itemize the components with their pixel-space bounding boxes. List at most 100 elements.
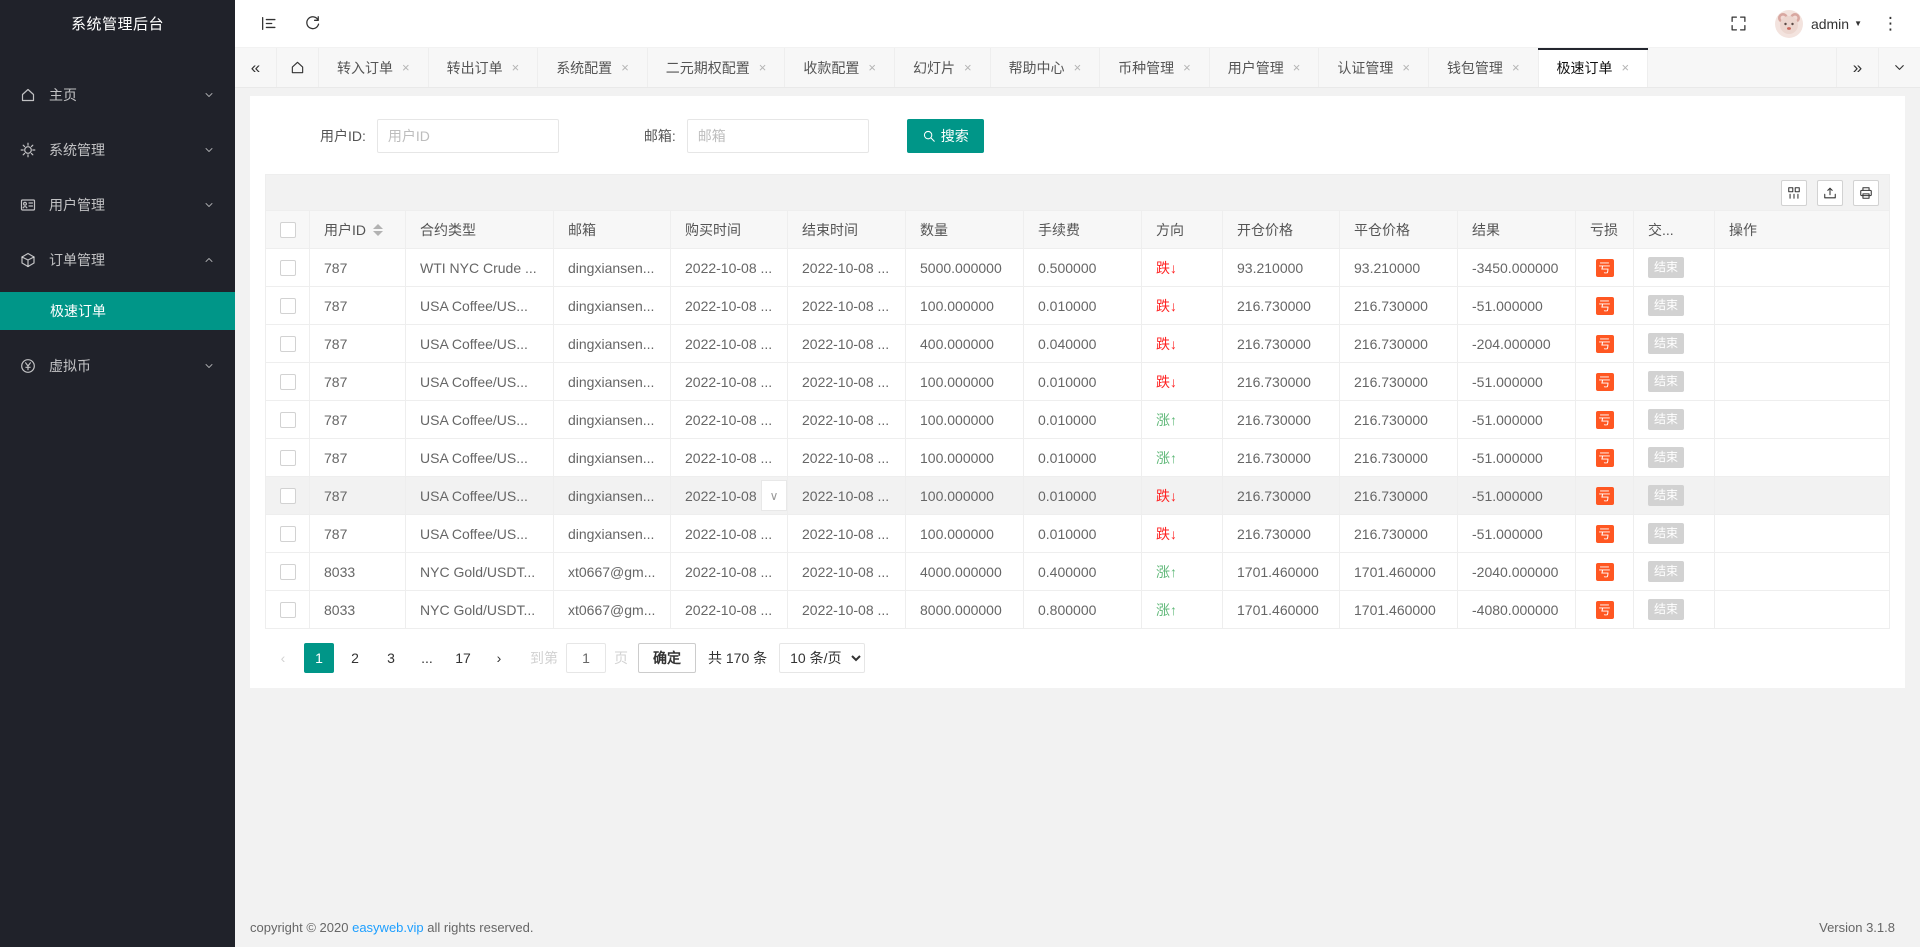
row-checkbox[interactable] xyxy=(280,412,296,428)
email-label: 邮箱: xyxy=(644,126,676,146)
sidebar-item-orders[interactable]: 订单管理 xyxy=(0,236,235,284)
footer-link[interactable]: easyweb.vip xyxy=(352,920,424,935)
tab[interactable]: 帮助中心 × xyxy=(991,48,1101,87)
row-checkbox[interactable] xyxy=(280,526,296,542)
select-all-checkbox[interactable] xyxy=(280,222,296,238)
close-icon[interactable]: × xyxy=(1074,60,1082,75)
tab[interactable]: 二元期权配置 × xyxy=(648,48,786,87)
sidebar-item-crypto[interactable]: 虚拟币 xyxy=(0,342,235,390)
chevron-up-icon xyxy=(203,254,215,266)
close-icon[interactable]: × xyxy=(1183,60,1191,75)
page-number[interactable]: 17 xyxy=(448,643,478,673)
close-icon[interactable]: × xyxy=(512,60,520,75)
print-icon[interactable] xyxy=(1853,180,1879,206)
tab[interactable]: 收款配置 × xyxy=(785,48,895,87)
cell-status: 结束 xyxy=(1634,477,1715,515)
table-row[interactable]: 8033 NYC Gold/USDT... xt0667@gm... 2022-… xyxy=(266,591,1890,629)
table-row[interactable]: 787 USA Coffee/US... dingxiansen... 2022… xyxy=(266,439,1890,477)
table-row[interactable]: 8033 NYC Gold/USDT... xt0667@gm... 2022-… xyxy=(266,553,1890,591)
page-number[interactable]: 1 xyxy=(304,643,334,673)
table-row[interactable]: 787 USA Coffee/US... dingxiansen... 2022… xyxy=(266,477,1890,515)
sidebar-item-users[interactable]: 用户管理 xyxy=(0,181,235,229)
fullscreen-icon[interactable] xyxy=(1721,6,1757,42)
export-icon[interactable] xyxy=(1817,180,1843,206)
status-button[interactable]: 结束 xyxy=(1648,409,1684,430)
row-checkbox[interactable] xyxy=(280,260,296,276)
close-icon[interactable]: × xyxy=(964,60,972,75)
sidebar-item-home[interactable]: 主页 xyxy=(0,71,235,119)
cell-quantity: 5000.000000 xyxy=(906,249,1024,287)
tab[interactable]: 钱包管理 × xyxy=(1429,48,1539,87)
table-row[interactable]: 787 USA Coffee/US... dingxiansen... 2022… xyxy=(266,287,1890,325)
row-checkbox[interactable] xyxy=(280,336,296,352)
expand-cell-icon[interactable]: ∨ xyxy=(761,480,787,511)
jump-page-input[interactable] xyxy=(566,643,606,673)
close-icon[interactable]: × xyxy=(759,60,767,75)
cell-close-price: 216.730000 xyxy=(1340,439,1458,477)
tab[interactable]: 极速订单 × xyxy=(1539,48,1649,87)
close-icon[interactable]: × xyxy=(1512,60,1520,75)
page-number[interactable]: ... xyxy=(412,643,442,673)
table-row[interactable]: 787 USA Coffee/US... dingxiansen... 2022… xyxy=(266,515,1890,553)
collapse-sidebar-icon[interactable] xyxy=(250,6,286,42)
status-button[interactable]: 结束 xyxy=(1648,523,1684,544)
page-size-select[interactable]: 10 条/页 xyxy=(779,643,865,673)
column-header-label: 购买时间 xyxy=(685,220,741,240)
row-checkbox[interactable] xyxy=(280,374,296,390)
row-checkbox[interactable] xyxy=(280,564,296,580)
row-checkbox[interactable] xyxy=(280,298,296,314)
row-checkbox[interactable] xyxy=(280,488,296,504)
refresh-icon[interactable] xyxy=(294,6,330,42)
confirm-page-button[interactable]: 确定 xyxy=(638,643,696,673)
prev-page-button[interactable]: ‹ xyxy=(268,643,298,673)
status-button[interactable]: 结束 xyxy=(1648,561,1684,582)
search-button[interactable]: 搜索 xyxy=(907,119,984,153)
status-button[interactable]: 结束 xyxy=(1648,257,1684,278)
status-button[interactable]: 结束 xyxy=(1648,295,1684,316)
email-input[interactable] xyxy=(687,119,869,153)
status-button[interactable]: 结束 xyxy=(1648,599,1684,620)
sidebar-subitem-fast-orders[interactable]: 极速订单 xyxy=(0,292,235,330)
tab[interactable]: 幻灯片 × xyxy=(895,48,991,87)
close-icon[interactable]: × xyxy=(868,60,876,75)
row-checkbox[interactable] xyxy=(280,450,296,466)
close-icon[interactable]: × xyxy=(1622,60,1630,75)
cell-quantity: 100.000000 xyxy=(906,363,1024,401)
next-page-button[interactable]: › xyxy=(484,643,514,673)
status-button[interactable]: 结束 xyxy=(1648,447,1684,468)
status-button[interactable]: 结束 xyxy=(1648,333,1684,354)
table-row[interactable]: 787 USA Coffee/US... dingxiansen... 2022… xyxy=(266,325,1890,363)
tab[interactable]: 用户管理 × xyxy=(1210,48,1320,87)
table-row[interactable]: 787 WTI NYC Crude ... dingxiansen... 202… xyxy=(266,249,1890,287)
page-number[interactable]: 2 xyxy=(340,643,370,673)
avatar[interactable] xyxy=(1775,10,1803,38)
table-row[interactable]: 787 USA Coffee/US... dingxiansen... 2022… xyxy=(266,401,1890,439)
tabs-menu-icon[interactable] xyxy=(1878,48,1920,87)
cell-user-id: 787 xyxy=(310,439,406,477)
sort-icon[interactable] xyxy=(373,224,383,236)
tab-home-icon[interactable] xyxy=(277,48,319,87)
tab[interactable]: 转入订单 × xyxy=(319,48,429,87)
sidebar-item-system[interactable]: 系统管理 xyxy=(0,126,235,174)
cell-buy-time: 2022-10-08 ...∨ xyxy=(671,401,788,439)
cell-direction: 跌↓ xyxy=(1142,325,1223,363)
close-icon[interactable]: × xyxy=(402,60,410,75)
close-icon[interactable]: × xyxy=(621,60,629,75)
close-icon[interactable]: × xyxy=(1402,60,1410,75)
tab[interactable]: 认证管理 × xyxy=(1319,48,1429,87)
more-menu-icon[interactable]: ⋮ xyxy=(1876,14,1905,34)
user-id-input[interactable] xyxy=(377,119,559,153)
row-checkbox[interactable] xyxy=(280,602,296,618)
page-number[interactable]: 3 xyxy=(376,643,406,673)
table-row[interactable]: 787 USA Coffee/US... dingxiansen... 2022… xyxy=(266,363,1890,401)
status-button[interactable]: 结束 xyxy=(1648,371,1684,392)
filter-columns-icon[interactable] xyxy=(1781,180,1807,206)
user-menu[interactable]: admin ▼ xyxy=(1811,16,1862,32)
tab[interactable]: 币种管理 × xyxy=(1100,48,1210,87)
tabs-scroll-right-icon[interactable]: » xyxy=(1836,48,1878,87)
close-icon[interactable]: × xyxy=(1293,60,1301,75)
tab[interactable]: 系统配置 × xyxy=(538,48,648,87)
status-button[interactable]: 结束 xyxy=(1648,485,1684,506)
tabs-scroll-left-icon[interactable]: « xyxy=(235,48,277,87)
tab[interactable]: 转出订单 × xyxy=(429,48,539,87)
